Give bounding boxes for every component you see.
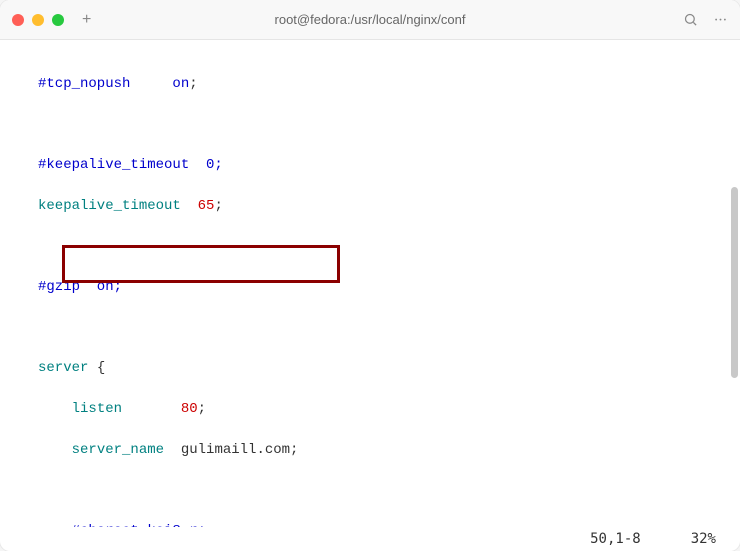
scrollbar[interactable] — [731, 44, 738, 521]
code-comment: #gzip on; — [38, 279, 122, 295]
code-value: 80 — [181, 401, 198, 417]
cursor-position: 50,1-8 — [590, 531, 641, 547]
code-value: 65 — [198, 198, 215, 214]
search-icon[interactable] — [683, 12, 698, 27]
editor-content[interactable]: #tcp_nopush on; #keepalive_timeout 0; ke… — [0, 40, 740, 527]
terminal-window: + root@fedora:/usr/local/nginx/conf #tcp… — [0, 0, 740, 551]
code-directive: server — [38, 360, 88, 376]
window-title: root@fedora:/usr/local/nginx/conf — [275, 12, 466, 27]
titlebar: + root@fedora:/usr/local/nginx/conf — [0, 0, 740, 40]
new-tab-icon[interactable]: + — [82, 11, 91, 29]
status-bar: 50,1-8 32% — [0, 527, 740, 551]
code-comment: #charset koi8-r; — [72, 523, 206, 527]
maximize-icon[interactable] — [52, 14, 64, 26]
code-value: gulimaill.com; — [164, 442, 298, 458]
code-directive: keepalive_timeout — [38, 198, 181, 214]
more-icon[interactable] — [713, 12, 728, 27]
code-text: #keepalive_timeout 0; — [38, 157, 223, 173]
scroll-percent: 32% — [691, 531, 716, 547]
code-directive: server_name — [72, 442, 164, 458]
minimize-icon[interactable] — [32, 14, 44, 26]
close-icon[interactable] — [12, 14, 24, 26]
code-directive: listen — [72, 401, 122, 417]
traffic-lights — [12, 14, 64, 26]
code-text: #tcp_nopush on — [38, 76, 189, 92]
scrollthumb[interactable] — [731, 187, 738, 378]
